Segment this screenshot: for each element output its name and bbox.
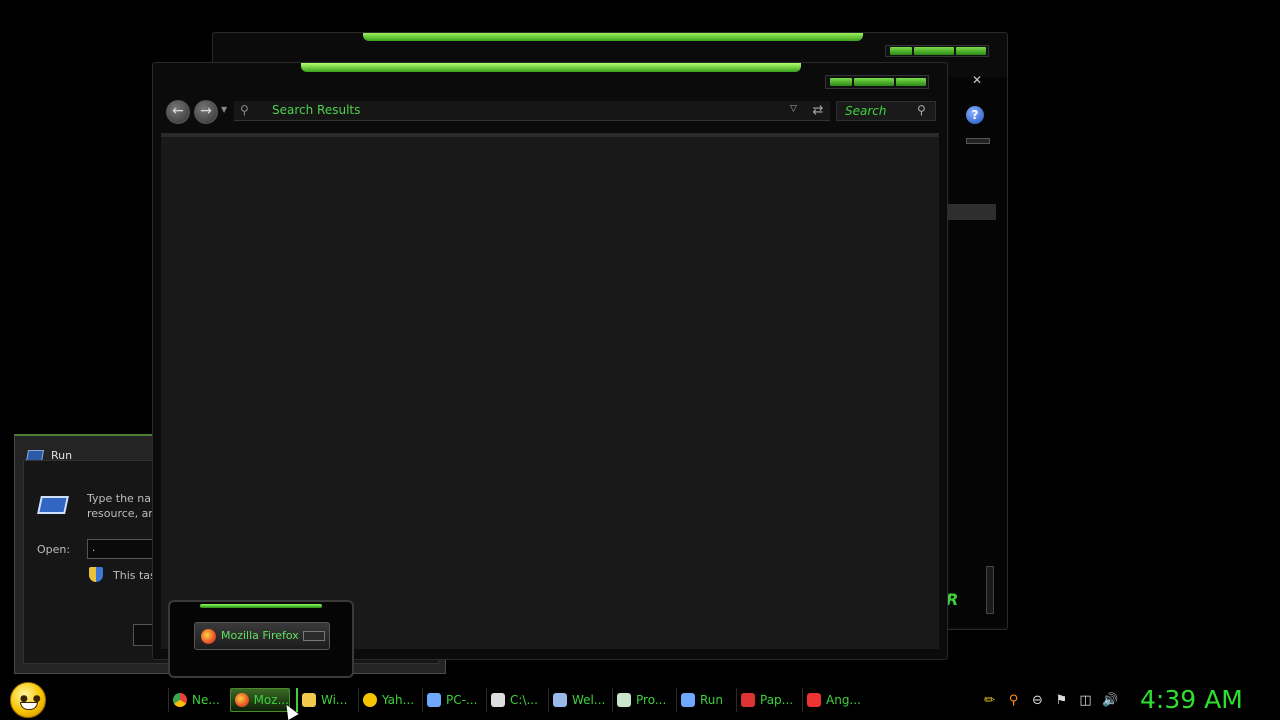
angry-birds-icon: [807, 693, 821, 707]
refresh-icon[interactable]: ⇄: [809, 102, 827, 120]
firefox-icon: [201, 629, 216, 644]
back-arrow-icon[interactable]: ←: [166, 100, 190, 124]
search-placeholder: Search: [845, 104, 887, 118]
uac-shield-icon: [89, 567, 103, 582]
taskbar-button-yahoo[interactable]: Yah...: [358, 688, 418, 712]
start-button[interactable]: ●●: [10, 682, 46, 718]
search-icon[interactable]: ⚲: [917, 103, 926, 117]
search-location-icon: ⚲: [240, 103, 249, 117]
maximize-button[interactable]: [914, 47, 954, 55]
taskbar-button-properties[interactable]: Pro...: [612, 688, 672, 712]
taskbar-button-label: Ang...: [826, 693, 861, 707]
taskbar-button-paper[interactable]: Pap...: [736, 688, 798, 712]
taskbar-button-label: Pap...: [760, 693, 794, 707]
taskbar-button-chrome[interactable]: Ne...: [168, 688, 226, 712]
scrollbar[interactable]: [986, 566, 994, 614]
help-icon[interactable]: ?: [966, 106, 984, 124]
volume-icon[interactable]: 🔊: [1102, 693, 1118, 708]
address-text[interactable]: Search Results: [272, 103, 360, 117]
yahoo-messenger-icon: [363, 693, 377, 707]
pen-icon[interactable]: ✏: [982, 693, 997, 708]
computer-icon: [427, 693, 441, 707]
details-bar: [946, 204, 996, 220]
file-list-pane[interactable]: [161, 133, 939, 649]
firefox-icon: [235, 693, 249, 707]
brand-logo: R: [946, 590, 959, 609]
run-icon: [681, 693, 695, 707]
forward-arrow-icon[interactable]: →: [194, 100, 218, 124]
admin-note: This tas: [113, 569, 156, 582]
window-caption-buttons[interactable]: [825, 75, 929, 89]
close-button[interactable]: [896, 78, 926, 86]
close-button[interactable]: [956, 47, 986, 55]
taskbar-thumbnail[interactable]: Mozilla Firefox: [168, 600, 354, 678]
taskbar-button-label: Ne...: [192, 693, 220, 707]
thumbnail-glow: [200, 604, 322, 608]
maximize-button[interactable]: [854, 78, 894, 86]
taskbar-button-label: Moz...: [253, 693, 289, 707]
taskbar-button-label: C:\...: [510, 693, 538, 707]
system-tray: ✏ ⚲ ⊖ ⚑ ◫ 🔊: [978, 686, 1118, 714]
thumbnail-label: Mozilla Firefox: [221, 629, 299, 642]
flag-icon[interactable]: ⚑: [1054, 693, 1069, 708]
taskbar-button-welcome[interactable]: Wel...: [548, 688, 608, 712]
taskbar-button-label: Wi...: [321, 693, 348, 707]
minus-circle-icon[interactable]: ⊖: [1030, 693, 1045, 708]
thumbnail-close-button[interactable]: [303, 631, 325, 641]
clock[interactable]: 4:39 AM: [1140, 682, 1243, 718]
window-caption-buttons[interactable]: [885, 45, 989, 57]
smiley-mouth-icon: [20, 702, 38, 710]
chevron-down-icon[interactable]: ▽: [790, 104, 797, 114]
taskbar-button-label: PC-...: [446, 693, 478, 707]
run-large-icon: [37, 496, 69, 514]
taskbar-button-label: Pro...: [636, 693, 667, 707]
network-icon[interactable]: ◫: [1078, 693, 1093, 708]
properties-icon: [617, 693, 631, 707]
close-icon[interactable]: ✕: [962, 71, 992, 89]
folder-icon: [302, 693, 316, 707]
taskbar-button-console[interactable]: C:\...: [486, 688, 544, 712]
console-icon: [491, 693, 505, 707]
side-strip: [949, 77, 1007, 627]
taskbar: ●● Ne... Moz... Wi... Yah... PC-... C:\.…: [0, 682, 1280, 720]
minimize-button[interactable]: [890, 47, 912, 55]
toolbar-toggle[interactable]: [966, 138, 990, 144]
explorer-window[interactable]: ← → ▼ ⚲ Search Results ▽ ⇄ Search ⚲: [152, 62, 948, 660]
search-orange-icon[interactable]: ⚲: [1006, 693, 1021, 708]
open-label: Open:: [37, 543, 71, 556]
minimize-button[interactable]: [830, 78, 852, 86]
chrome-icon: [173, 693, 187, 707]
taskbar-button-label: Wel...: [572, 693, 606, 707]
search-input[interactable]: Search ⚲: [836, 101, 936, 121]
taskbar-button-pc[interactable]: PC-...: [422, 688, 482, 712]
taskbar-button-explorer[interactable]: Wi...: [296, 688, 350, 712]
taskbar-button-angry-birds[interactable]: Ang...: [802, 688, 862, 712]
thumbnail-item[interactable]: Mozilla Firefox: [194, 622, 330, 650]
taskbar-button-label: Yah...: [382, 693, 415, 707]
address-bar[interactable]: ⚲ Search Results ▽: [234, 101, 830, 121]
taskbar-button-label: Run: [700, 693, 724, 707]
title-glow: [301, 63, 801, 72]
recent-pages-chevron-icon[interactable]: ▼: [221, 105, 231, 115]
taskbar-button-run[interactable]: Run: [676, 688, 732, 712]
paper-icon: [741, 693, 755, 707]
document-icon: [553, 693, 567, 707]
title-glow: [363, 33, 863, 41]
